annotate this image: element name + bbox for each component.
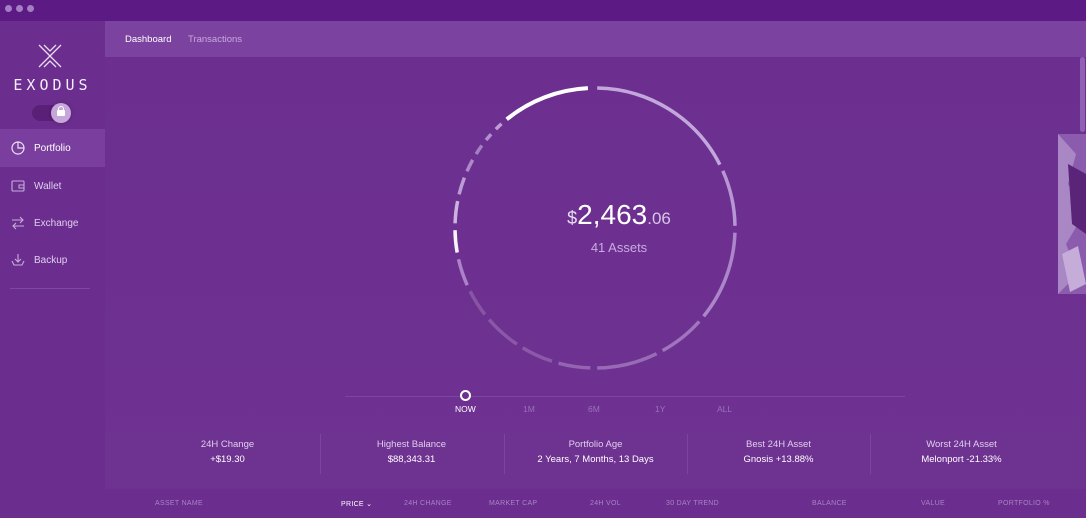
stat-value: 2 Years, 7 Months, 13 Days: [537, 454, 654, 465]
chevron-down-icon: ⌄: [366, 501, 373, 508]
column-market-cap[interactable]: MARKET CAP: [489, 500, 537, 507]
timeline-all[interactable]: ALL: [717, 404, 732, 414]
tab-transactions[interactable]: Transactions: [188, 34, 242, 45]
timeline-now[interactable]: NOW: [455, 404, 476, 414]
ring-segment: [456, 258, 469, 286]
column-24h-change[interactable]: 24H CHANGE: [404, 500, 452, 507]
ring-segment: [721, 170, 737, 226]
portfolio-total: $2,463.06: [545, 199, 693, 231]
stat-label: Highest Balance: [376, 439, 447, 450]
window-close-button[interactable]: [5, 5, 12, 12]
stat-24h-change: 24H Change +$19.30: [136, 439, 319, 465]
timeline-marker[interactable]: [460, 390, 471, 401]
stat-value: Melonport -21.33%: [921, 454, 1002, 465]
amount-decimal: .06: [647, 209, 671, 228]
timeline-1m[interactable]: 1M: [523, 404, 535, 414]
asset-count: 41 Assets: [590, 240, 648, 255]
exchange-arrows-icon: [12, 216, 24, 230]
ring-segment: [465, 159, 475, 172]
brand-name: EXODUS: [13, 76, 92, 94]
pie-chart-icon: [11, 141, 25, 155]
exodus-logo-icon: [38, 44, 62, 68]
ring-segment: [453, 200, 460, 224]
tab-dashboard[interactable]: Dashboard: [125, 34, 171, 45]
ring-segment: [487, 318, 518, 346]
sidebar-item-label: Backup: [34, 254, 68, 266]
ring-segment: [505, 86, 589, 121]
ring-segment: [494, 122, 503, 131]
amount-integer: 2,463: [577, 199, 648, 230]
ring-segment: [702, 232, 737, 318]
stat-value: $88,343.31: [387, 454, 436, 465]
stat-label: Best 24H Asset: [746, 439, 811, 450]
stat-worst-24h-asset: Worst 24H Asset Melonport -21.33%: [870, 439, 1053, 465]
ring-segment: [597, 86, 722, 166]
lock-icon: [51, 103, 71, 123]
sidebar-item-label: Exchange: [34, 217, 79, 229]
ring-segment: [468, 290, 487, 316]
lock-toggle[interactable]: [32, 103, 71, 123]
sidebar-item-backup[interactable]: Backup: [0, 241, 105, 279]
stat-value: Gnosis +13.88%: [743, 454, 814, 465]
column-portfolio-percent[interactable]: PORTFOLIO %: [998, 500, 1050, 507]
ring-segment: [597, 352, 658, 370]
column-24h-vol[interactable]: 24H VOL: [590, 500, 621, 507]
ring-segment: [457, 176, 467, 195]
ring-segment: [558, 361, 591, 370]
column-30-day-trend[interactable]: 30 DAY TREND: [666, 500, 719, 507]
sidebar-item-portfolio[interactable]: Portfolio: [0, 129, 105, 167]
column-balance[interactable]: BALANCE: [812, 500, 847, 507]
sidebar-item-label: Wallet: [34, 180, 62, 192]
scrollbar[interactable]: [1080, 57, 1085, 132]
sidebar-item-label: Portfolio: [34, 142, 71, 154]
stat-value: +$19.30: [210, 454, 245, 465]
stat-best-24h-asset: Best 24H Asset Gnosis +13.88%: [687, 439, 870, 465]
stat-portfolio-age: Portfolio Age 2 Years, 7 Months, 13 Days: [504, 439, 687, 465]
timeline-1y[interactable]: 1Y: [655, 404, 665, 414]
column-value[interactable]: VALUE: [921, 500, 945, 507]
window-titlebar: [0, 0, 1086, 21]
ring-segment: [453, 230, 459, 253]
wallet-icon: [11, 180, 25, 192]
ring-segment: [661, 320, 701, 353]
stat-label: 24H Change: [200, 439, 255, 450]
window-maximize-button[interactable]: [27, 5, 34, 12]
sidebar-divider: [10, 288, 90, 289]
sidebar: EXODUS Portfolio Wallet Exchange Backup: [0, 21, 105, 518]
column-asset-name[interactable]: ASSET NAME: [155, 500, 203, 507]
stat-label: Worst 24H Asset: [926, 439, 997, 450]
timeline-track: [345, 396, 905, 397]
stat-label: Portfolio Age: [568, 439, 623, 450]
ring-segment: [521, 346, 553, 363]
ring-segment: [484, 132, 493, 142]
ring-segment: [474, 144, 484, 155]
timeline-6m[interactable]: 6M: [588, 404, 600, 414]
sidebar-item-wallet[interactable]: Wallet: [0, 167, 105, 205]
sidebar-item-exchange[interactable]: Exchange: [0, 204, 105, 242]
decorative-art-image: [1058, 134, 1086, 294]
column-price[interactable]: PRICE ⌄: [341, 500, 372, 508]
currency-symbol: $: [567, 208, 578, 228]
stat-highest-balance: Highest Balance $88,343.31: [320, 439, 503, 465]
window-minimize-button[interactable]: [16, 5, 23, 12]
column-label: PRICE: [341, 501, 364, 508]
top-tab-bar: Dashboard Transactions: [105, 21, 1086, 57]
asset-table-header: ASSET NAME PRICE ⌄ 24H CHANGE MARKET CAP…: [105, 489, 1086, 518]
dashboard-main: $2,463.06 41 Assets NOW 1M 6M 1Y ALL 24H…: [105, 57, 1086, 518]
backup-tray-icon: [11, 254, 25, 266]
